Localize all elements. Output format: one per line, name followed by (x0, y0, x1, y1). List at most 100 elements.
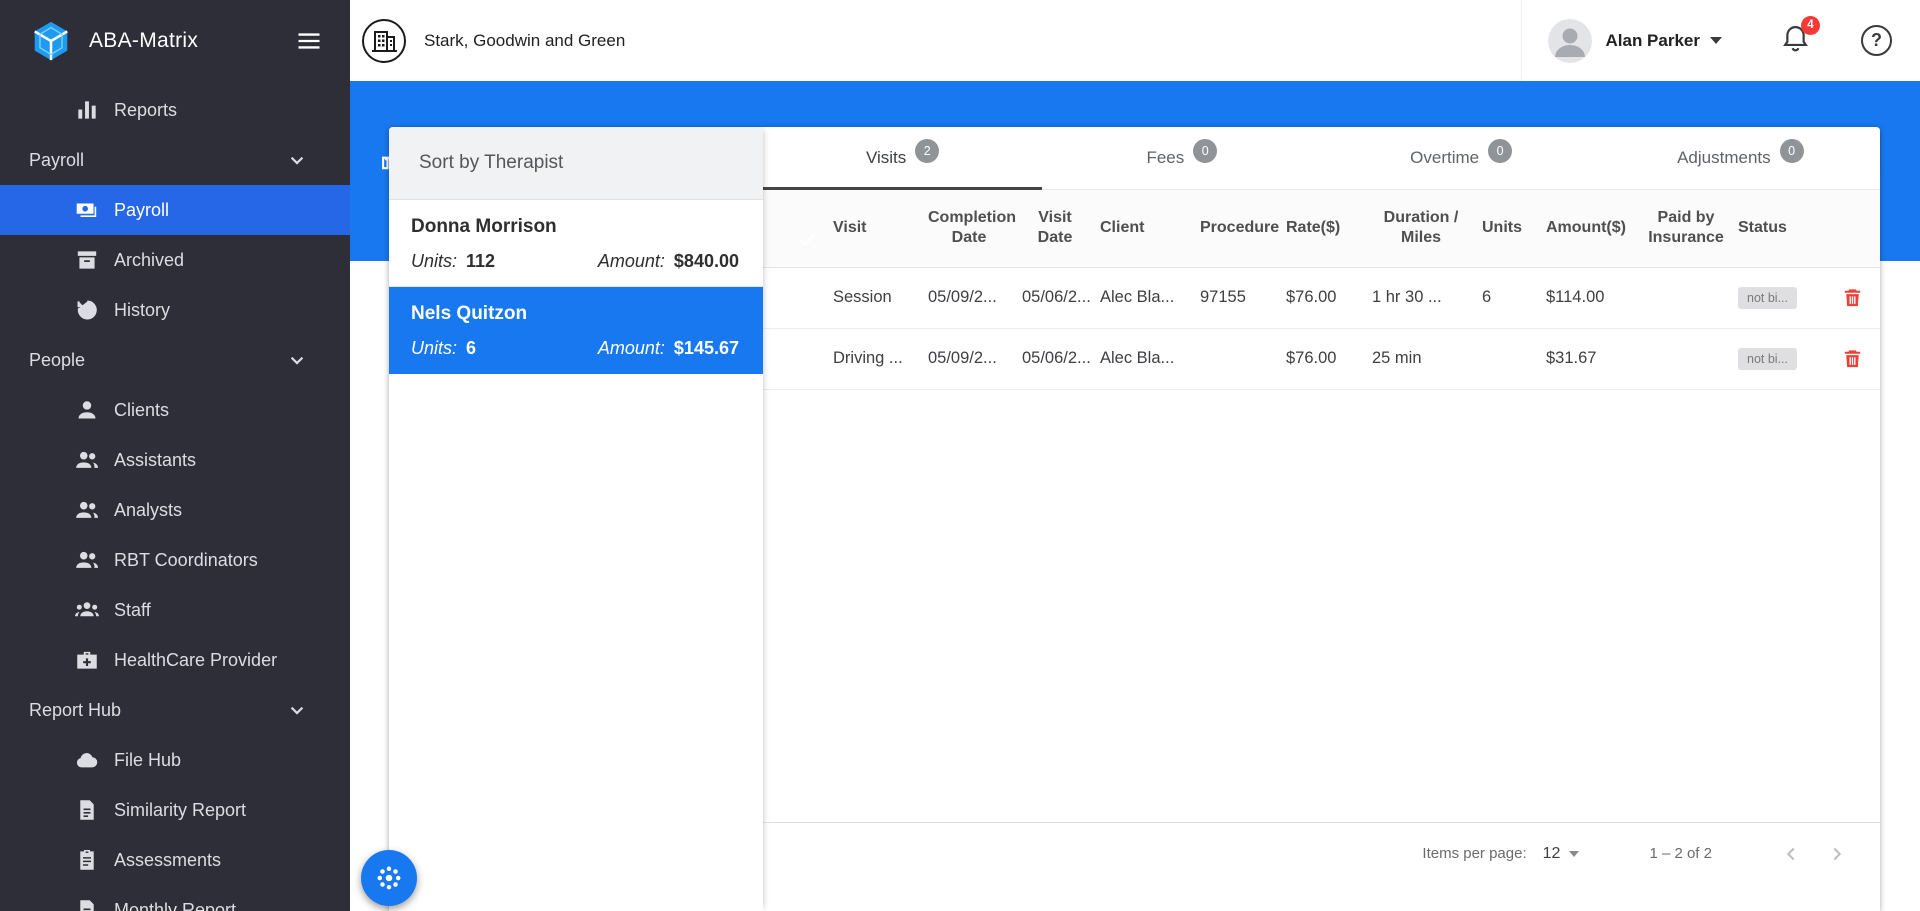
cell-paid-by-insurance (1640, 328, 1732, 389)
topbar: Stark, Goodwin and Green Alan Parker 4 ? (350, 0, 1920, 81)
col-amount: Amount($) (1546, 219, 1626, 237)
tab-visits[interactable]: Visits 2 (763, 127, 1043, 190)
people-icon (74, 497, 100, 523)
therapist-name: Nels Quitzon (411, 303, 528, 324)
page-range-label: 1 – 2 of 2 (1649, 845, 1712, 862)
sidebar-item-analysts[interactable]: Analysts (0, 485, 350, 535)
delete-row-button[interactable] (1841, 347, 1864, 370)
person-icon (74, 397, 100, 423)
chat-widget-fab[interactable] (361, 850, 417, 906)
tab-count-badge: 0 (1193, 139, 1218, 163)
col-paid-by-insurance: Paid by Insurance (1648, 209, 1724, 247)
delete-row-button[interactable] (1841, 286, 1864, 309)
sidebar-group-payroll[interactable]: Payroll (0, 135, 350, 185)
cell-visit: Driving ... (833, 349, 903, 367)
document-icon (74, 897, 100, 911)
app-logo-icon (28, 18, 74, 64)
sidebar: ABA-Matrix Reports Payroll Payroll Archi… (0, 0, 350, 911)
user-name[interactable]: Alan Parker (1606, 31, 1701, 51)
sidebar-item-history[interactable]: History (0, 285, 350, 335)
tab-label: Fees (1146, 148, 1185, 167)
cell-duration: 1 hr 30 ... (1372, 288, 1442, 306)
table-row: Session 05/09/2... 05/06/2... Alec Bla..… (763, 267, 1880, 328)
sidebar-header: ABA-Matrix (0, 0, 350, 81)
tab-overtime[interactable]: Overtime 0 (1322, 127, 1601, 189)
col-status: Status (1738, 219, 1787, 237)
cell-visit-date: 05/06/2... (1022, 349, 1091, 367)
table-header-row: Visit Completion Date Visit Date Client … (763, 190, 1880, 267)
tab-label: Adjustments (1677, 148, 1771, 167)
app-root: ABA-Matrix Reports Payroll Payroll Archi… (0, 0, 1920, 911)
notification-badge: 4 (1801, 15, 1820, 35)
sidebar-item-label: Assistants (114, 449, 197, 470)
sidebar-item-payroll[interactable]: Payroll (0, 185, 350, 235)
cell-paid-by-insurance (1640, 267, 1732, 328)
archive-icon (74, 247, 100, 273)
sidebar-item-label: Assessments (114, 849, 222, 870)
page-size-select[interactable]: 12 (1543, 845, 1580, 863)
sidebar-item-assessments[interactable]: Assessments (0, 835, 350, 885)
amount-value: $840.00 (673, 251, 739, 271)
sidebar-item-rbt-coordinators[interactable]: RBT Coordinators (0, 535, 350, 585)
cell-duration: 25 min (1372, 349, 1422, 367)
hamburger-menu-icon[interactable] (294, 26, 324, 56)
history-clock-icon (74, 297, 100, 323)
tabs-bar: Visits 2 Fees 0 Overtime 0 Adjustments 0 (763, 127, 1880, 190)
avatar[interactable] (1547, 18, 1592, 63)
sidebar-item-label: Reports (114, 99, 178, 120)
bar-chart-icon (74, 97, 100, 123)
sidebar-item-label: Payroll (114, 199, 170, 220)
cell-client: Alec Bla... (1100, 349, 1175, 367)
document-icon (74, 797, 100, 823)
notifications-button[interactable]: 4 (1780, 15, 1820, 59)
sidebar-group-label: People (29, 349, 86, 370)
col-visit-date: Visit Date (1037, 209, 1073, 247)
col-client: Client (1100, 219, 1145, 237)
sidebar-item-label: Similarity Report (114, 799, 247, 820)
help-button[interactable]: ? (1861, 25, 1892, 56)
tab-count-badge: 2 (915, 139, 940, 163)
units-value: 6 (466, 338, 477, 358)
previous-page-button[interactable] (1776, 839, 1806, 869)
sidebar-item-monthly-report[interactable]: Monthly Report (0, 885, 350, 911)
sidebar-group-label: Payroll (29, 149, 85, 170)
tab-adjustments[interactable]: Adjustments 0 (1601, 127, 1880, 189)
clipboard-icon (74, 847, 100, 873)
sidebar-item-label: RBT Coordinators (114, 549, 258, 570)
cell-amount: $31.67 (1546, 349, 1597, 367)
cell-units: 6 (1482, 288, 1492, 306)
sidebar-item-clients[interactable]: Clients (0, 385, 350, 435)
chevron-down-icon[interactable] (1710, 37, 1722, 50)
items-per-page-label: Items per page: (1422, 845, 1527, 862)
tab-fees[interactable]: Fees 0 (1042, 127, 1321, 189)
sidebar-nav: Reports Payroll Payroll Archived History… (0, 81, 350, 911)
sidebar-item-healthcare-provider[interactable]: HealthCare Provider (0, 635, 350, 685)
groups-icon (74, 597, 100, 623)
col-visit: Visit (833, 219, 867, 237)
therapist-card[interactable]: Donna Morrison Units: 112 Amount: $840.00 (389, 200, 763, 287)
col-duration: Duration / Miles (1383, 209, 1459, 247)
tab-label: Overtime (1410, 148, 1480, 167)
status-badge: not bi... (1738, 286, 1797, 309)
cell-procedure: 97155 (1200, 288, 1246, 306)
cell-rate: $76.00 (1286, 349, 1337, 367)
sidebar-item-file-hub[interactable]: File Hub (0, 735, 350, 785)
cell-completion-date: 05/09/2... (928, 349, 997, 367)
tab-count-badge: 0 (1779, 139, 1804, 163)
chevron-down-icon (284, 147, 310, 173)
sidebar-group-report-hub[interactable]: Report Hub (0, 685, 350, 735)
sidebar-item-archived[interactable]: Archived (0, 235, 350, 285)
chevron-down-icon (284, 697, 310, 723)
therapist-card-selected[interactable]: Nels Quitzon Units: 6 Amount: $145.67 (389, 287, 763, 374)
sidebar-item-similarity-report[interactable]: Similarity Report (0, 785, 350, 835)
sidebar-group-people[interactable]: People (0, 335, 350, 385)
cell-visit: Session (833, 288, 892, 306)
sidebar-group-label: Report Hub (29, 699, 122, 720)
sidebar-item-assistants[interactable]: Assistants (0, 435, 350, 485)
units-value: 112 (466, 251, 496, 271)
col-rate: Rate($) (1286, 219, 1341, 237)
sidebar-item-staff[interactable]: Staff (0, 585, 350, 635)
col-procedure: Procedure (1200, 219, 1280, 237)
sidebar-item-reports[interactable]: Reports (0, 85, 350, 135)
next-page-button[interactable] (1822, 839, 1852, 869)
